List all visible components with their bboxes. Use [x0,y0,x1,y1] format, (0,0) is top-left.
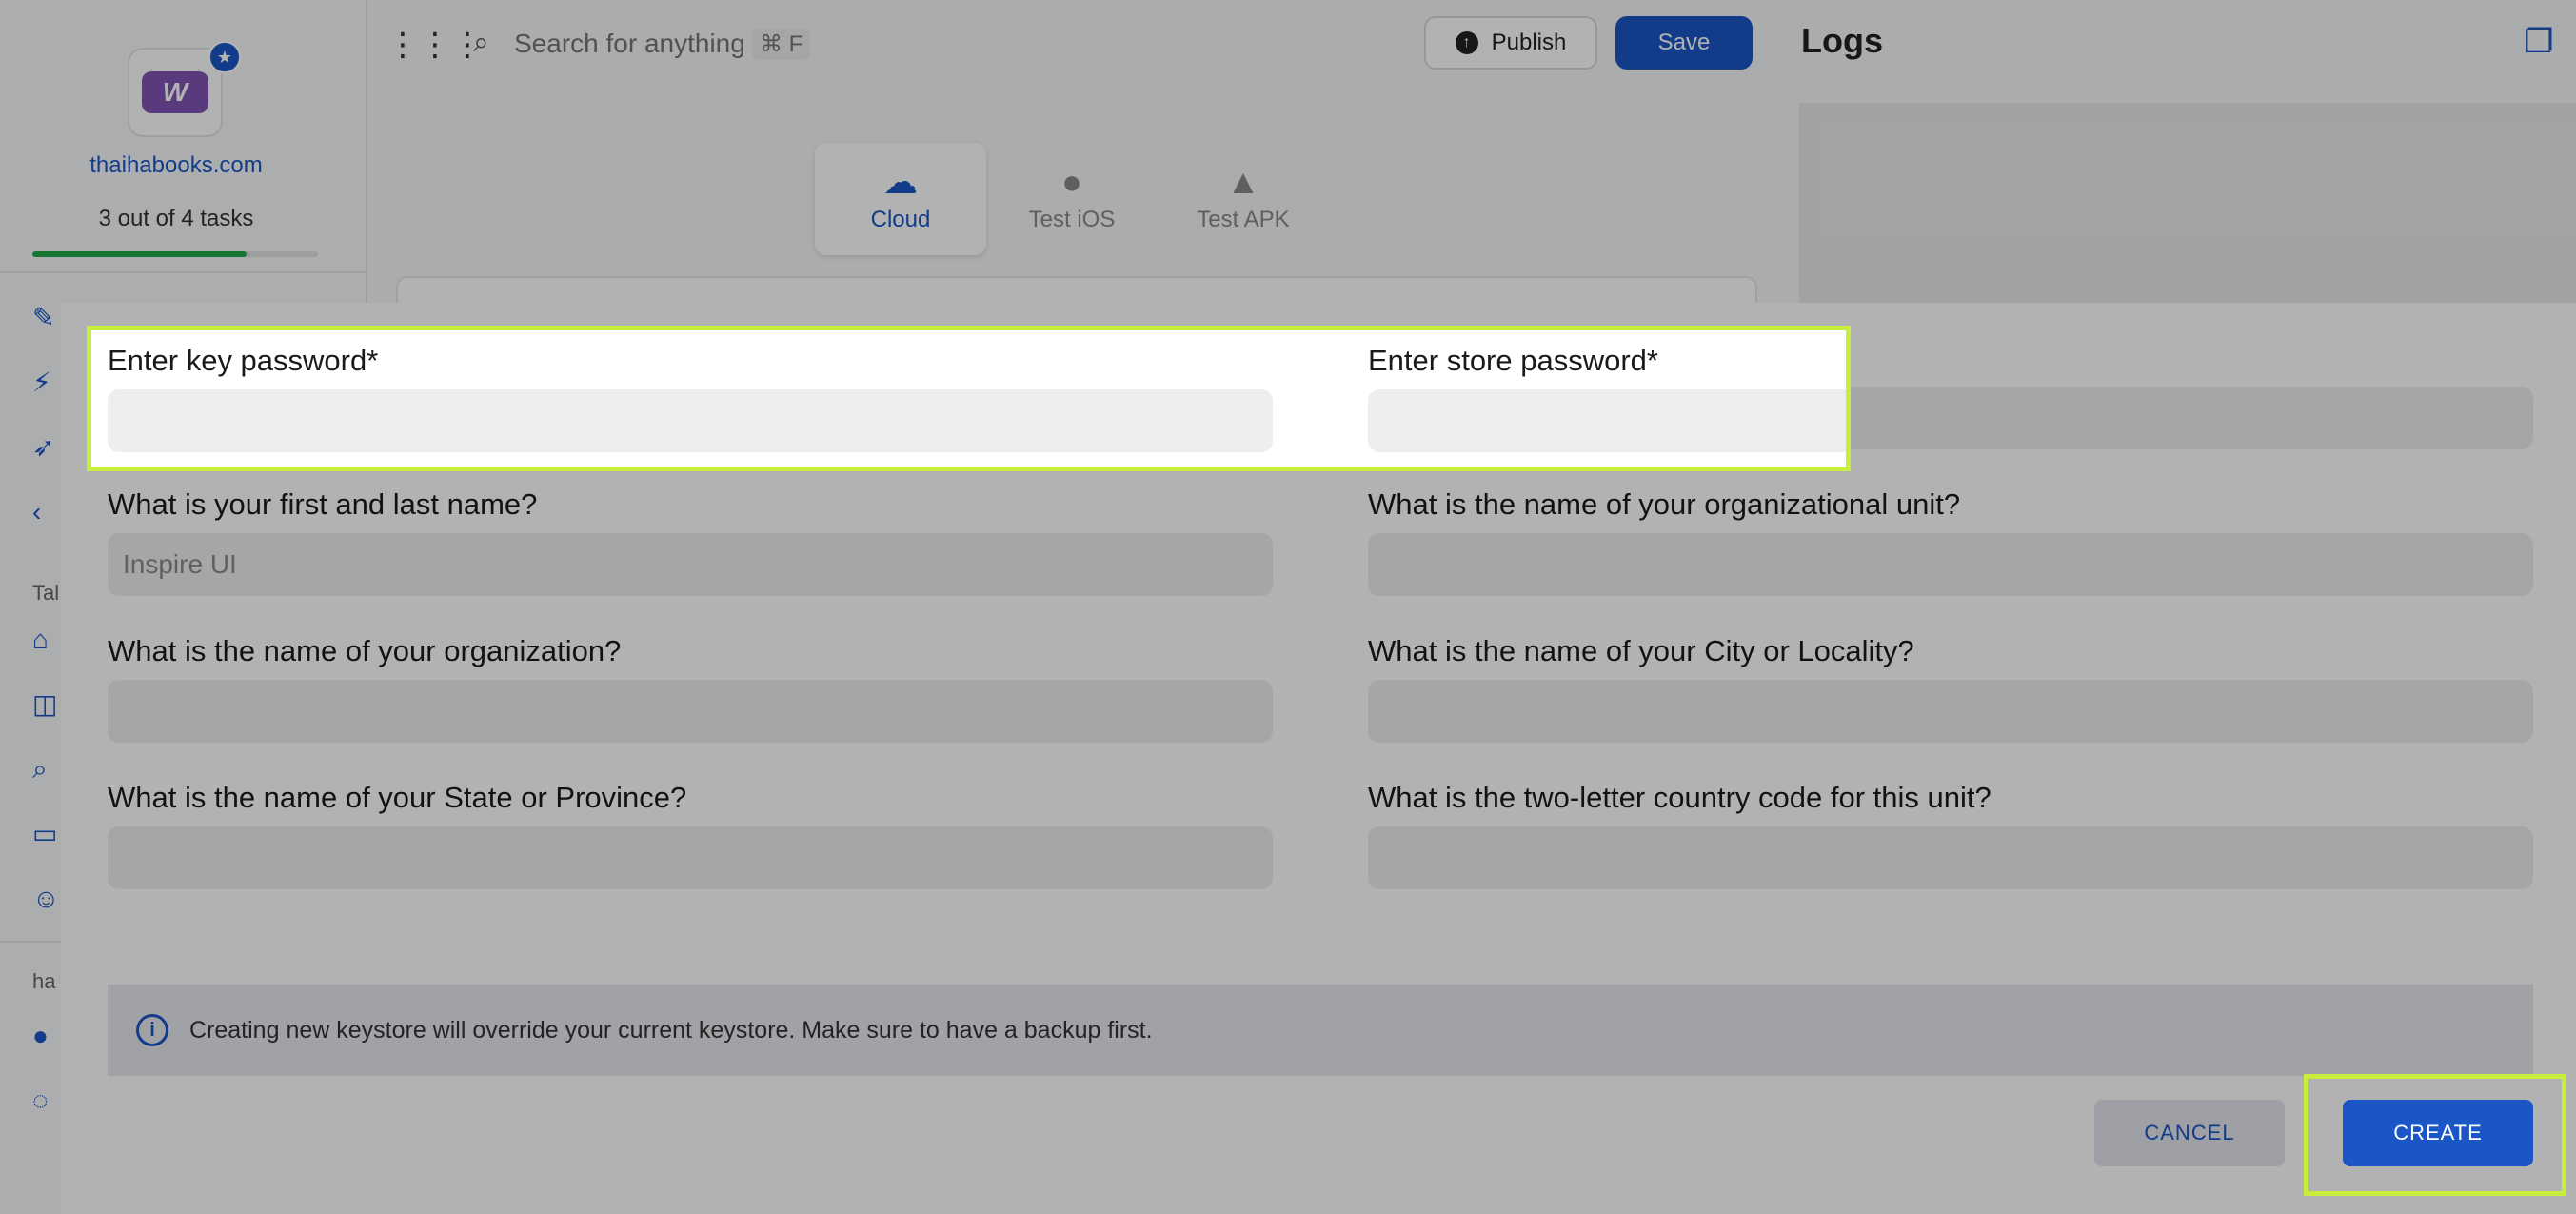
cancel-button[interactable]: CANCEL [2094,1100,2285,1166]
org-unit-input[interactable] [1368,533,2533,596]
key-password-label-highlighted: Enter key password* [108,344,379,377]
city-input[interactable] [1368,680,2533,743]
full-name-label: What is your first and last name? [108,488,538,521]
org-unit-label: What is the name of your organizational … [1368,488,1961,521]
create-button-highlighted[interactable]: CREATE [2343,1100,2533,1166]
city-label: What is the name of your City or Localit… [1368,634,1914,667]
organization-input[interactable] [108,680,1273,743]
store-password-input-highlighted[interactable] [1368,389,1846,452]
country-code-label: What is the two-letter country code for … [1368,781,1991,814]
full-name-input[interactable] [108,533,1273,596]
password-fields-highlight: Enter key password* Enter store password… [87,326,1851,471]
notice-text: Creating new keystore will override your… [189,1016,1153,1044]
info-icon: i [136,1014,168,1046]
country-code-input[interactable] [1368,826,2533,889]
organization-label: What is the name of your organization? [108,634,622,667]
store-password-label-highlighted: Enter store password* [1368,344,1658,377]
keystore-warning-notice: i Creating new keystore will override yo… [108,985,2533,1076]
key-password-input-highlighted[interactable] [108,389,1273,452]
state-input[interactable] [108,826,1273,889]
state-label: What is the name of your State or Provin… [108,781,687,814]
